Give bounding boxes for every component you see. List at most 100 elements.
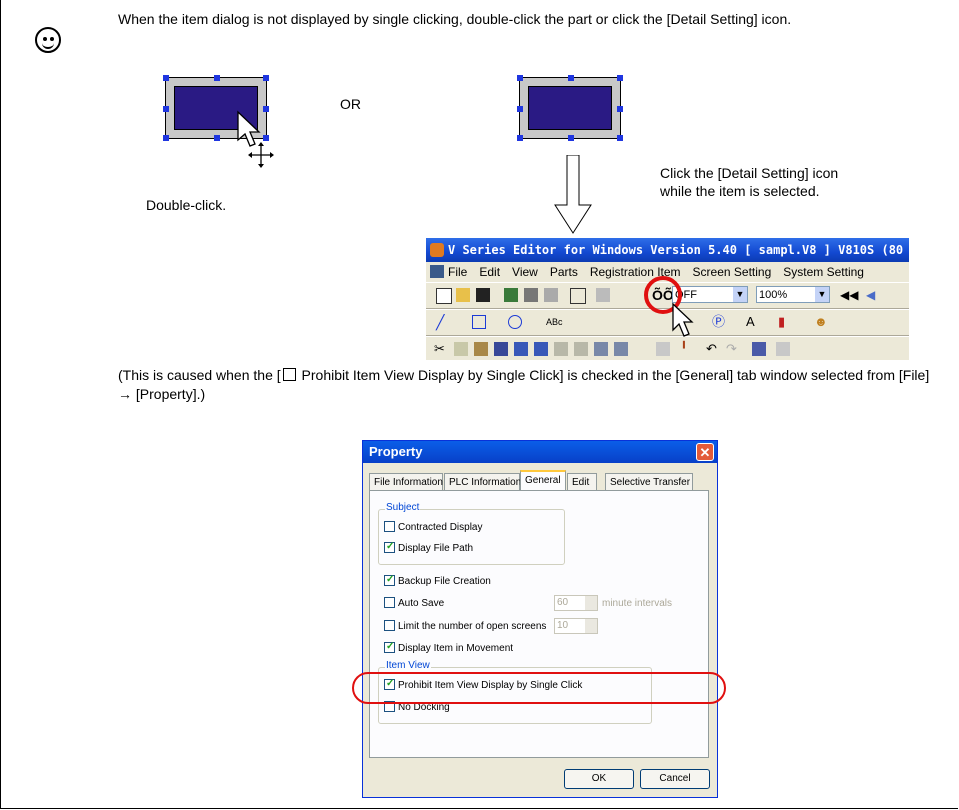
editor-title: V Series Editor for Windows Version 5.40… <box>448 243 904 257</box>
group-icon[interactable] <box>594 342 608 356</box>
off-combo[interactable]: OFF ▼ <box>672 286 748 303</box>
sim-icon[interactable] <box>524 288 538 302</box>
grid-icon[interactable] <box>494 342 508 356</box>
chevron-down-icon: ▼ <box>733 287 747 302</box>
open-folder-icon[interactable] <box>456 288 470 302</box>
tab-edit[interactable]: Edit <box>567 473 597 490</box>
auto-save-label: Auto Save <box>398 598 445 609</box>
zoom-combo[interactable]: 100% ▼ <box>756 286 830 303</box>
limit-screens-value: 10 <box>557 620 569 631</box>
checkbox-glyph-icon <box>282 368 296 381</box>
menu-file[interactable]: File <box>448 265 467 279</box>
menu-parts[interactable]: Parts <box>550 265 578 279</box>
circle-tool-icon[interactable] <box>508 315 522 329</box>
auto-save-interval-value: 60 <box>557 597 569 608</box>
dialog-title: Property <box>369 444 423 459</box>
checkbox-icon[interactable] <box>384 597 395 608</box>
minute-intervals-label: minute intervals <box>602 598 673 609</box>
limit-screens-input[interactable]: 10 <box>554 618 598 634</box>
zoom-combo-value: 100% <box>759 289 788 301</box>
tab-plc-information[interactable]: PLC Information <box>444 473 521 490</box>
or-label: OR <box>340 96 361 112</box>
spinner-icon[interactable] <box>585 619 597 633</box>
display-item-movement-label: Display Item in Movement <box>398 643 514 654</box>
auto-save-interval-input[interactable]: 60 <box>554 595 598 611</box>
cause-note-prefix: (This is caused when the [ <box>118 367 281 383</box>
toolbar-row-3: ✂ ╹ ↶ ↷ <box>426 336 909 360</box>
dialog-title-bar: Property ✕ <box>363 441 717 463</box>
tool-icon[interactable] <box>544 288 558 302</box>
mouse-pointer-icon <box>672 302 694 337</box>
property-dialog: Property ✕ File Information PLC Informat… <box>362 440 718 798</box>
window-icon[interactable] <box>776 342 790 356</box>
auto-save-checkbox[interactable]: Auto Save <box>384 597 444 610</box>
align-icon[interactable] <box>554 342 568 356</box>
tab-general[interactable]: General <box>520 470 566 491</box>
font-tool-icon[interactable]: A <box>746 315 760 329</box>
detail-caption-line1: Click the [Detail Setting] icon <box>660 165 839 181</box>
limit-open-screens-checkbox[interactable]: Limit the number of open screens <box>384 620 546 633</box>
undo-icon[interactable]: ↶ <box>706 342 720 356</box>
menu-edit[interactable]: Edit <box>479 265 500 279</box>
color-tool-icon[interactable]: ▮ <box>778 315 792 329</box>
menu-system-setting[interactable]: System Setting <box>783 265 864 279</box>
rewind-icon[interactable]: ◀◀ <box>840 288 858 302</box>
align-icon[interactable] <box>574 342 588 356</box>
menu-view[interactable]: View <box>512 265 538 279</box>
checkbox-icon[interactable] <box>384 640 395 653</box>
transfer-icon[interactable] <box>504 288 518 302</box>
display-item-movement-checkbox[interactable]: Display Item in Movement <box>384 640 514 655</box>
down-arrow-icon <box>554 155 592 234</box>
new-file-icon[interactable] <box>436 288 452 304</box>
display-file-path-label: Display File Path <box>398 543 474 554</box>
subject-group-label: Subject <box>385 502 421 513</box>
back-icon[interactable]: ◀ <box>866 288 880 302</box>
tool-icon[interactable] <box>596 288 610 302</box>
mouse-pointer-icon <box>237 110 274 168</box>
line-tool-icon[interactable]: ╱ <box>436 315 450 329</box>
redo-icon[interactable]: ↷ <box>726 342 740 356</box>
checkbox-icon[interactable] <box>384 540 395 553</box>
tool-icon[interactable] <box>656 342 670 356</box>
selected-item[interactable] <box>517 75 623 141</box>
checkbox-icon[interactable] <box>384 573 395 586</box>
limit-open-screens-label: Limit the number of open screens <box>398 621 547 632</box>
item-fill <box>528 86 612 130</box>
palette-tool-icon[interactable]: ☻ <box>814 315 828 329</box>
subject-group: Subject <box>378 502 565 565</box>
layer-icon[interactable] <box>514 342 528 356</box>
backup-file-creation-label: Backup File Creation <box>398 576 491 587</box>
ok-button[interactable]: OK <box>564 769 634 789</box>
contracted-display-checkbox[interactable]: Contracted Display <box>384 521 482 534</box>
double-click-caption: Double-click. <box>146 197 227 213</box>
spinner-icon[interactable] <box>585 596 597 610</box>
select-icon[interactable] <box>752 342 766 356</box>
checkbox-icon[interactable] <box>384 521 395 532</box>
checkbox-icon[interactable] <box>384 620 395 631</box>
save-icon[interactable] <box>476 288 490 302</box>
smiley-hint-icon <box>35 27 61 53</box>
item-view-group-label: Item View <box>385 660 431 671</box>
tab-selective-transfer[interactable]: Selective Transfer <box>605 473 693 490</box>
pin-icon[interactable]: ╹ <box>680 342 694 356</box>
p-tool-icon[interactable]: Ⓟ <box>712 315 726 329</box>
tab-file-information[interactable]: File Information <box>369 473 443 490</box>
paste-icon[interactable] <box>474 342 488 356</box>
print-icon[interactable] <box>570 288 586 304</box>
chevron-down-icon: ▼ <box>815 287 829 302</box>
display-file-path-checkbox[interactable]: Display File Path <box>384 540 474 555</box>
layer-icon[interactable] <box>534 342 548 356</box>
menu-screen-setting[interactable]: Screen Setting <box>693 265 772 279</box>
close-icon[interactable]: ✕ <box>696 443 714 461</box>
backup-file-creation-checkbox[interactable]: Backup File Creation <box>384 573 491 588</box>
general-tab-panel: Subject Contracted Display Display File … <box>369 490 709 758</box>
cut-icon[interactable]: ✂ <box>434 342 448 356</box>
cancel-button[interactable]: Cancel <box>640 769 710 789</box>
rectangle-tool-icon[interactable] <box>472 315 486 329</box>
text-tool-icon[interactable]: ABc <box>546 315 563 329</box>
copy-icon[interactable] <box>454 342 468 356</box>
highlight-oval <box>352 672 726 704</box>
group-icon[interactable] <box>614 342 628 356</box>
cause-note: (This is caused when the [ Prohibit Item… <box>118 366 938 404</box>
app-icon <box>430 243 444 257</box>
